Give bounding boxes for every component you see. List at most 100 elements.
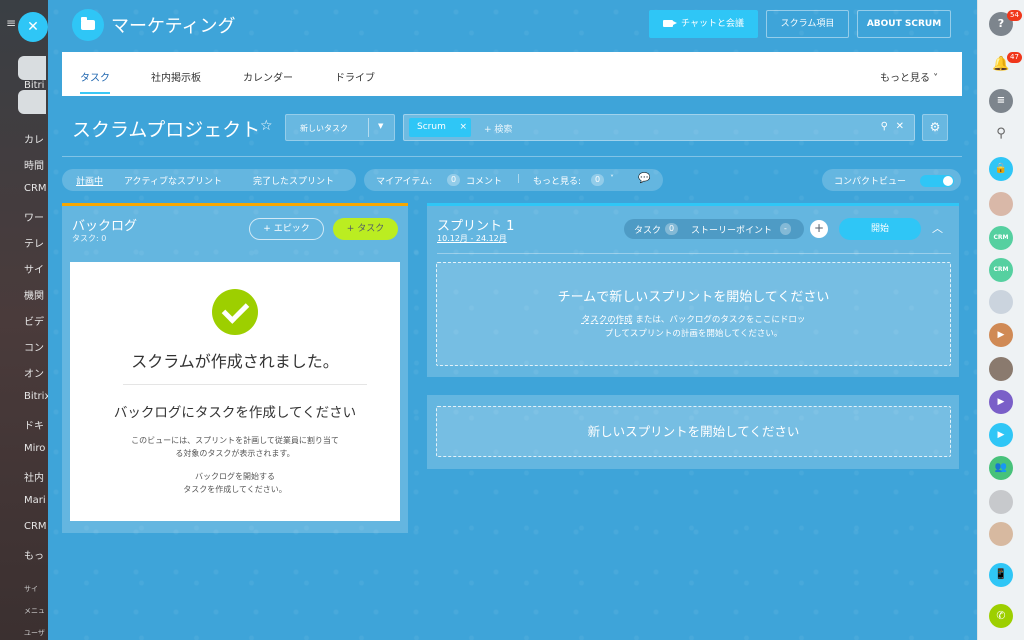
about-scrum-button[interactable]: ABOUT SCRUM: [857, 10, 951, 38]
drop-zone-text: タスクの作成 または、バックログのタスクをここにドロッ プしてスプリントの計画を…: [437, 313, 950, 341]
sprint-drop-zone[interactable]: チームで新しいスプリントを開始してください タスクの作成 または、バックログのタ…: [436, 262, 951, 366]
new-task-button[interactable]: 新しいタスク ▼: [285, 114, 395, 141]
add-sprint-task-button[interactable]: +: [810, 220, 828, 238]
search-filter-field[interactable]: Scrum × + 検索 ⚲ ✕: [403, 114, 915, 141]
backlog-column: バックログ タスク: 0 + エピック + タスク スクラムが作成されました。 …: [62, 203, 408, 533]
video-icon[interactable]: ▶: [989, 390, 1013, 414]
sidebar-item[interactable]: 社内: [24, 469, 44, 484]
video-icon[interactable]: ▶: [989, 423, 1013, 447]
chat-meeting-button[interactable]: チャットと会議: [649, 10, 758, 38]
sidebar-item[interactable]: テレ: [24, 235, 44, 250]
drop-zone-text-2: プしてスプリントの計画を開始してください。: [604, 329, 783, 339]
sidebar-item[interactable]: Bitri: [24, 80, 44, 91]
avatar[interactable]: [989, 490, 1013, 514]
check-icon: [212, 289, 258, 335]
project-title: マーケティング: [111, 16, 236, 37]
new-task-label: 新しいタスク: [300, 124, 348, 133]
sprint-stats: タスク 0 ストーリーポイント -: [624, 219, 804, 239]
sidebar-item[interactable]: ドキ: [24, 417, 44, 432]
tab-bar: タスク 社内掲示板 カレンダー ドライブ もっと見る ˅: [62, 52, 962, 96]
sidebar-item[interactable]: ビデ: [24, 313, 44, 328]
sidebar-item[interactable]: 機関: [24, 287, 44, 302]
star-icon[interactable]: ☆: [260, 118, 273, 134]
tab-bulletin[interactable]: 社内掲示板: [151, 69, 201, 84]
avatar[interactable]: [989, 522, 1013, 546]
search-icon[interactable]: ⚲: [989, 122, 1013, 146]
view-completed-sprint[interactable]: 完了したスプリント: [253, 174, 334, 187]
sidebar-item[interactable]: Bitrix: [24, 391, 48, 402]
clear-icon[interactable]: ✕: [896, 121, 904, 132]
create-task-link[interactable]: タスクの作成: [582, 315, 633, 325]
search-icon[interactable]: ⚲: [881, 121, 888, 132]
sidebar-item[interactable]: ワー: [24, 209, 44, 224]
sidebar-item[interactable]: サイ: [24, 261, 44, 276]
messages-icon[interactable]: ≡: [989, 89, 1013, 113]
sidebar-item[interactable]: オン: [24, 365, 44, 380]
more-count: 0: [591, 174, 605, 186]
comments-label[interactable]: コメント: [466, 174, 502, 187]
sidebar-footer-item[interactable]: サイ: [24, 584, 38, 594]
chat-icon[interactable]: 💬: [638, 173, 650, 184]
filter-chip[interactable]: Scrum ×: [409, 118, 471, 137]
sidebar-footer-item[interactable]: ユーザ: [24, 628, 45, 638]
chevron-up-icon[interactable]: ︿: [932, 220, 943, 236]
sidebar-item[interactable]: Mari: [24, 495, 46, 506]
sidebar-item[interactable]: カレ: [24, 131, 44, 146]
view-planning[interactable]: 計画中: [76, 174, 103, 187]
search-input[interactable]: + 検索: [484, 122, 512, 135]
crm-icon[interactable]: CRM: [989, 258, 1013, 282]
sprint-tasks-count: 0: [665, 223, 679, 235]
tab-tasks[interactable]: タスク: [80, 69, 110, 84]
sidebar-item[interactable]: CRM: [24, 183, 47, 194]
sidebar-item[interactable]: Miro: [24, 443, 45, 454]
more-label[interactable]: もっと見る:: [533, 174, 581, 187]
sidebar-item[interactable]: もっ: [24, 547, 44, 562]
call-icon[interactable]: ✆: [989, 604, 1013, 628]
phone-icon[interactable]: 📱: [989, 563, 1013, 587]
tab-more[interactable]: もっと見る ˅: [880, 69, 938, 84]
avatar[interactable]: [989, 357, 1013, 381]
menu-icon[interactable]: ≡: [6, 16, 16, 30]
tab-drive[interactable]: ドライブ: [335, 69, 375, 84]
sidebar-footer-item[interactable]: メニュ: [24, 606, 45, 616]
scrum-panel: マーケティング チャットと会議 スクラム項目 ABOUT SCRUM タスク 社…: [48, 0, 977, 640]
chevron-down-icon[interactable]: ˅: [610, 174, 614, 183]
gear-icon[interactable]: ⚙: [922, 114, 948, 141]
left-sidebar: ≡ Bitri カレ 時間 CRM ワー テレ サイ 機関 ビデ コン オン B…: [0, 0, 48, 640]
story-points-label: ストーリーポイント: [691, 226, 773, 236]
add-task-button[interactable]: + タスク: [333, 218, 398, 240]
avatar[interactable]: [989, 192, 1013, 216]
view-active-sprint[interactable]: アクティブなスプリント: [124, 174, 222, 187]
backlog-title: バックログ: [72, 219, 138, 234]
compact-view-switch[interactable]: コンパクトビュー: [822, 169, 961, 191]
sidebar-link-button[interactable]: [18, 90, 46, 114]
my-items-label[interactable]: マイアイテム:: [376, 174, 432, 187]
crm-icon[interactable]: CRM: [989, 226, 1013, 250]
story-points-value: -: [780, 223, 791, 235]
lock-icon[interactable]: 🔒: [989, 157, 1013, 181]
sprint-title[interactable]: スプリント 1: [437, 215, 514, 234]
sidebar-item[interactable]: 時間: [24, 157, 44, 172]
sidebar-item[interactable]: CRM: [24, 521, 47, 532]
group-icon[interactable]: 👥: [989, 456, 1013, 480]
new-sprint-button[interactable]: 新しいスプリントを開始してください: [436, 406, 951, 457]
compact-view-toggle[interactable]: [920, 175, 954, 187]
scrum-items-button[interactable]: スクラム項目: [766, 10, 849, 38]
sprint-dates[interactable]: 10.12月 - 24.12月: [437, 233, 507, 244]
close-icon[interactable]: ✕: [18, 12, 48, 42]
chevron-down-icon[interactable]: ▼: [378, 122, 383, 130]
start-sprint-button[interactable]: 開始: [839, 218, 921, 240]
tab-calendar[interactable]: カレンダー: [243, 69, 293, 84]
page-title: スクラムプロジェクト: [72, 119, 261, 141]
avatar[interactable]: [989, 290, 1013, 314]
header: マーケティング チャットと会議 スクラム項目 ABOUT SCRUM: [48, 0, 977, 52]
close-icon[interactable]: ×: [459, 118, 467, 137]
divider: [437, 253, 951, 254]
sidebar-item[interactable]: コン: [24, 339, 44, 354]
video-icon[interactable]: ▶: [989, 323, 1013, 347]
sidebar-button[interactable]: [18, 56, 46, 80]
active-tab-indicator: [80, 92, 110, 94]
sprint-tasks-label: タスク: [634, 226, 662, 236]
add-epic-button[interactable]: + エピック: [249, 218, 324, 240]
filter-chip-label: Scrum: [417, 122, 446, 132]
